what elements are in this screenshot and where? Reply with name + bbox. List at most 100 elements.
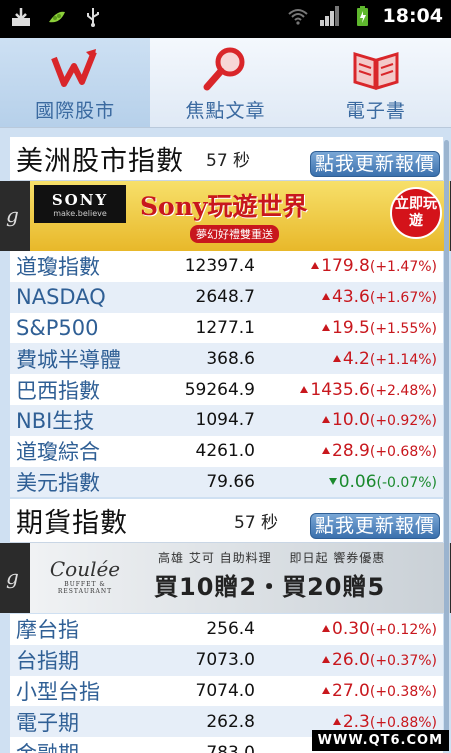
tab-international-stocks[interactable]: 國際股市 xyxy=(0,38,151,127)
change-amount: 19.5 xyxy=(332,317,370,338)
change-percent: (+0.12%) xyxy=(369,622,437,639)
quote-row[interactable]: 摩台指 256.4 0.30(+0.12%) xyxy=(10,614,443,645)
change-percent: (+1.67%) xyxy=(369,290,437,307)
up-arrow-icon xyxy=(332,354,341,362)
refresh-timer: 57 秒 xyxy=(206,151,251,171)
quote-name: 摩台指 xyxy=(16,618,79,643)
quote-value: 2648.7 xyxy=(195,287,255,308)
up-arrow-icon xyxy=(322,625,330,633)
site-watermark: WWW.QT6.COM xyxy=(311,730,449,751)
change-amount: 2.3 xyxy=(342,711,370,732)
change-amount: 4.2 xyxy=(342,348,370,369)
tab-label: 焦點文章 xyxy=(185,100,266,122)
up-arrow-icon xyxy=(311,262,320,270)
change-amount: 10.0 xyxy=(332,410,370,431)
quote-row[interactable]: 道瓊指數 12397.4 179.8(+1.47%) xyxy=(10,251,443,282)
ad-panel: SONY make.believe Sony玩遊世界 夢幻好禮雙重送 立即玩遊 xyxy=(30,181,450,251)
quote-change: 27.0(+0.38%) xyxy=(322,681,437,701)
change-percent: (+1.14%) xyxy=(369,351,437,368)
section-title: 期貨指數 xyxy=(16,508,128,539)
quote-change: 1435.6(+2.48%) xyxy=(300,380,437,400)
change-percent: (-0.07%) xyxy=(376,474,437,491)
quote-change: 0.30(+0.12%) xyxy=(322,619,437,639)
ad-topline: 高雄 艾可 自助料理 即日起 饗券優惠 xyxy=(158,551,386,565)
down-arrow-icon xyxy=(328,477,337,485)
usb-icon xyxy=(87,8,99,27)
quote-change: 19.5(+1.55%) xyxy=(322,318,437,338)
quote-value: 368.6 xyxy=(206,348,255,369)
battery-icon xyxy=(356,6,368,26)
quote-value: 1094.7 xyxy=(195,410,255,431)
ad-network-mark: g xyxy=(6,203,19,227)
up-arrow-icon xyxy=(322,323,330,331)
up-arrow-icon xyxy=(322,686,330,694)
scrollbar[interactable] xyxy=(444,140,449,740)
quote-row[interactable]: 費城半導體 368.6 4.2(+1.14%) xyxy=(10,343,443,375)
brand-tag: make.believe xyxy=(53,209,107,218)
quote-row[interactable]: 台指期 7073.0 26.0(+0.37%) xyxy=(10,644,443,676)
ad-banner-sony[interactable]: g SONY make.believe Sony玩遊世界 夢幻好禮雙重送 立即玩… xyxy=(0,181,451,251)
change-amount: 0.06 xyxy=(338,471,377,492)
status-bar: 18:04 xyxy=(0,0,451,38)
ad-cta-button[interactable]: 立即玩遊 xyxy=(390,187,442,239)
section-header-futures: 期貨指數 57 秒 點我更新報價 xyxy=(10,499,443,543)
refresh-button[interactable]: 點我更新報價 xyxy=(309,151,440,177)
quote-change: 4.2(+1.14%) xyxy=(332,348,437,369)
chart-arrow-icon xyxy=(51,49,97,87)
quote-name: 台指期 xyxy=(16,649,79,674)
change-percent: (+0.88%) xyxy=(369,714,437,731)
quote-value: 12397.4 xyxy=(184,256,255,277)
ad-network-mark: g xyxy=(6,565,19,589)
brand-name: SONY xyxy=(51,191,109,209)
quote-row[interactable]: NASDAQ 2648.7 43.6(+1.67%) xyxy=(10,281,443,313)
ad-subline: 夢幻好禮雙重送 xyxy=(190,225,279,243)
pea-icon xyxy=(49,11,65,23)
change-amount: 27.0 xyxy=(332,680,370,701)
quote-row[interactable]: NBI生技 1094.7 10.0(+0.92%) xyxy=(10,404,443,436)
quote-row[interactable]: 道瓊綜合 4261.0 28.9(+0.68%) xyxy=(10,435,443,467)
quote-name: S&P500 xyxy=(16,315,99,340)
change-percent: (+0.38%) xyxy=(369,683,437,700)
ad-headline: 買10贈2・買20贈5 xyxy=(154,573,386,601)
quote-value: 256.4 xyxy=(206,619,255,640)
quote-name: 費城半導體 xyxy=(16,347,121,372)
change-amount: 43.6 xyxy=(332,287,370,308)
change-percent: (+1.55%) xyxy=(369,320,437,337)
change-amount: 0.30 xyxy=(332,619,370,640)
quote-change: 2.3(+0.88%) xyxy=(332,711,437,732)
wifi-icon xyxy=(287,9,308,25)
ad-banner-buffet[interactable]: g Coulée BUFFET & RESTAURANT 高雄 艾可 自助料理 … xyxy=(0,543,451,613)
restaurant-logo: Coulée BUFFET & RESTAURANT xyxy=(40,557,130,597)
magnifier-icon xyxy=(203,47,245,91)
top-tab-bar: 國際股市 焦點文章 電子書 xyxy=(0,38,451,128)
quote-row[interactable]: 小型台指 7074.0 27.0(+0.38%) xyxy=(10,675,443,707)
quote-value: 262.8 xyxy=(206,711,255,732)
quote-change: 10.0(+0.92%) xyxy=(322,410,437,430)
quote-value: 79.66 xyxy=(206,471,255,492)
us-index-list: 道瓊指數 12397.4 179.8(+1.47%) NASDAQ 2648.7 43.6… xyxy=(10,251,443,498)
quote-change: 0.06(-0.07%) xyxy=(328,471,437,492)
quote-row[interactable]: 美元指數 79.66 0.06(-0.07%) xyxy=(10,466,443,498)
up-arrow-icon xyxy=(322,447,330,455)
change-amount: 28.9 xyxy=(332,441,370,462)
quote-value: 1277.1 xyxy=(195,317,255,338)
logo-subtext: BUFFET & RESTAURANT xyxy=(57,581,113,595)
quote-value: 7073.0 xyxy=(195,650,255,671)
quote-name: 道瓊指數 xyxy=(16,255,100,280)
quote-row[interactable]: 巴西指數 59264.9 1435.6(+2.48%) xyxy=(10,374,443,405)
quote-row[interactable]: S&P500 1277.1 19.5(+1.55%) xyxy=(10,312,443,344)
quote-change: 26.0(+0.37%) xyxy=(322,650,437,670)
quote-name: NASDAQ xyxy=(16,285,106,310)
quote-change: 179.8(+1.47%) xyxy=(311,256,437,276)
quote-name: 巴西指數 xyxy=(16,378,100,403)
tab-ebooks[interactable]: 電子書 xyxy=(301,38,451,127)
up-arrow-icon xyxy=(322,416,330,424)
quote-value: 59264.9 xyxy=(184,379,255,400)
tab-label: 電子書 xyxy=(345,100,406,122)
quote-change: 43.6(+1.67%) xyxy=(322,287,437,307)
up-arrow-icon xyxy=(322,293,330,301)
tab-featured-articles[interactable]: 焦點文章 xyxy=(150,38,300,127)
change-percent: (+0.92%) xyxy=(369,413,437,430)
quote-name: 道瓊綜合 xyxy=(16,440,100,465)
refresh-button[interactable]: 點我更新報價 xyxy=(309,513,440,539)
